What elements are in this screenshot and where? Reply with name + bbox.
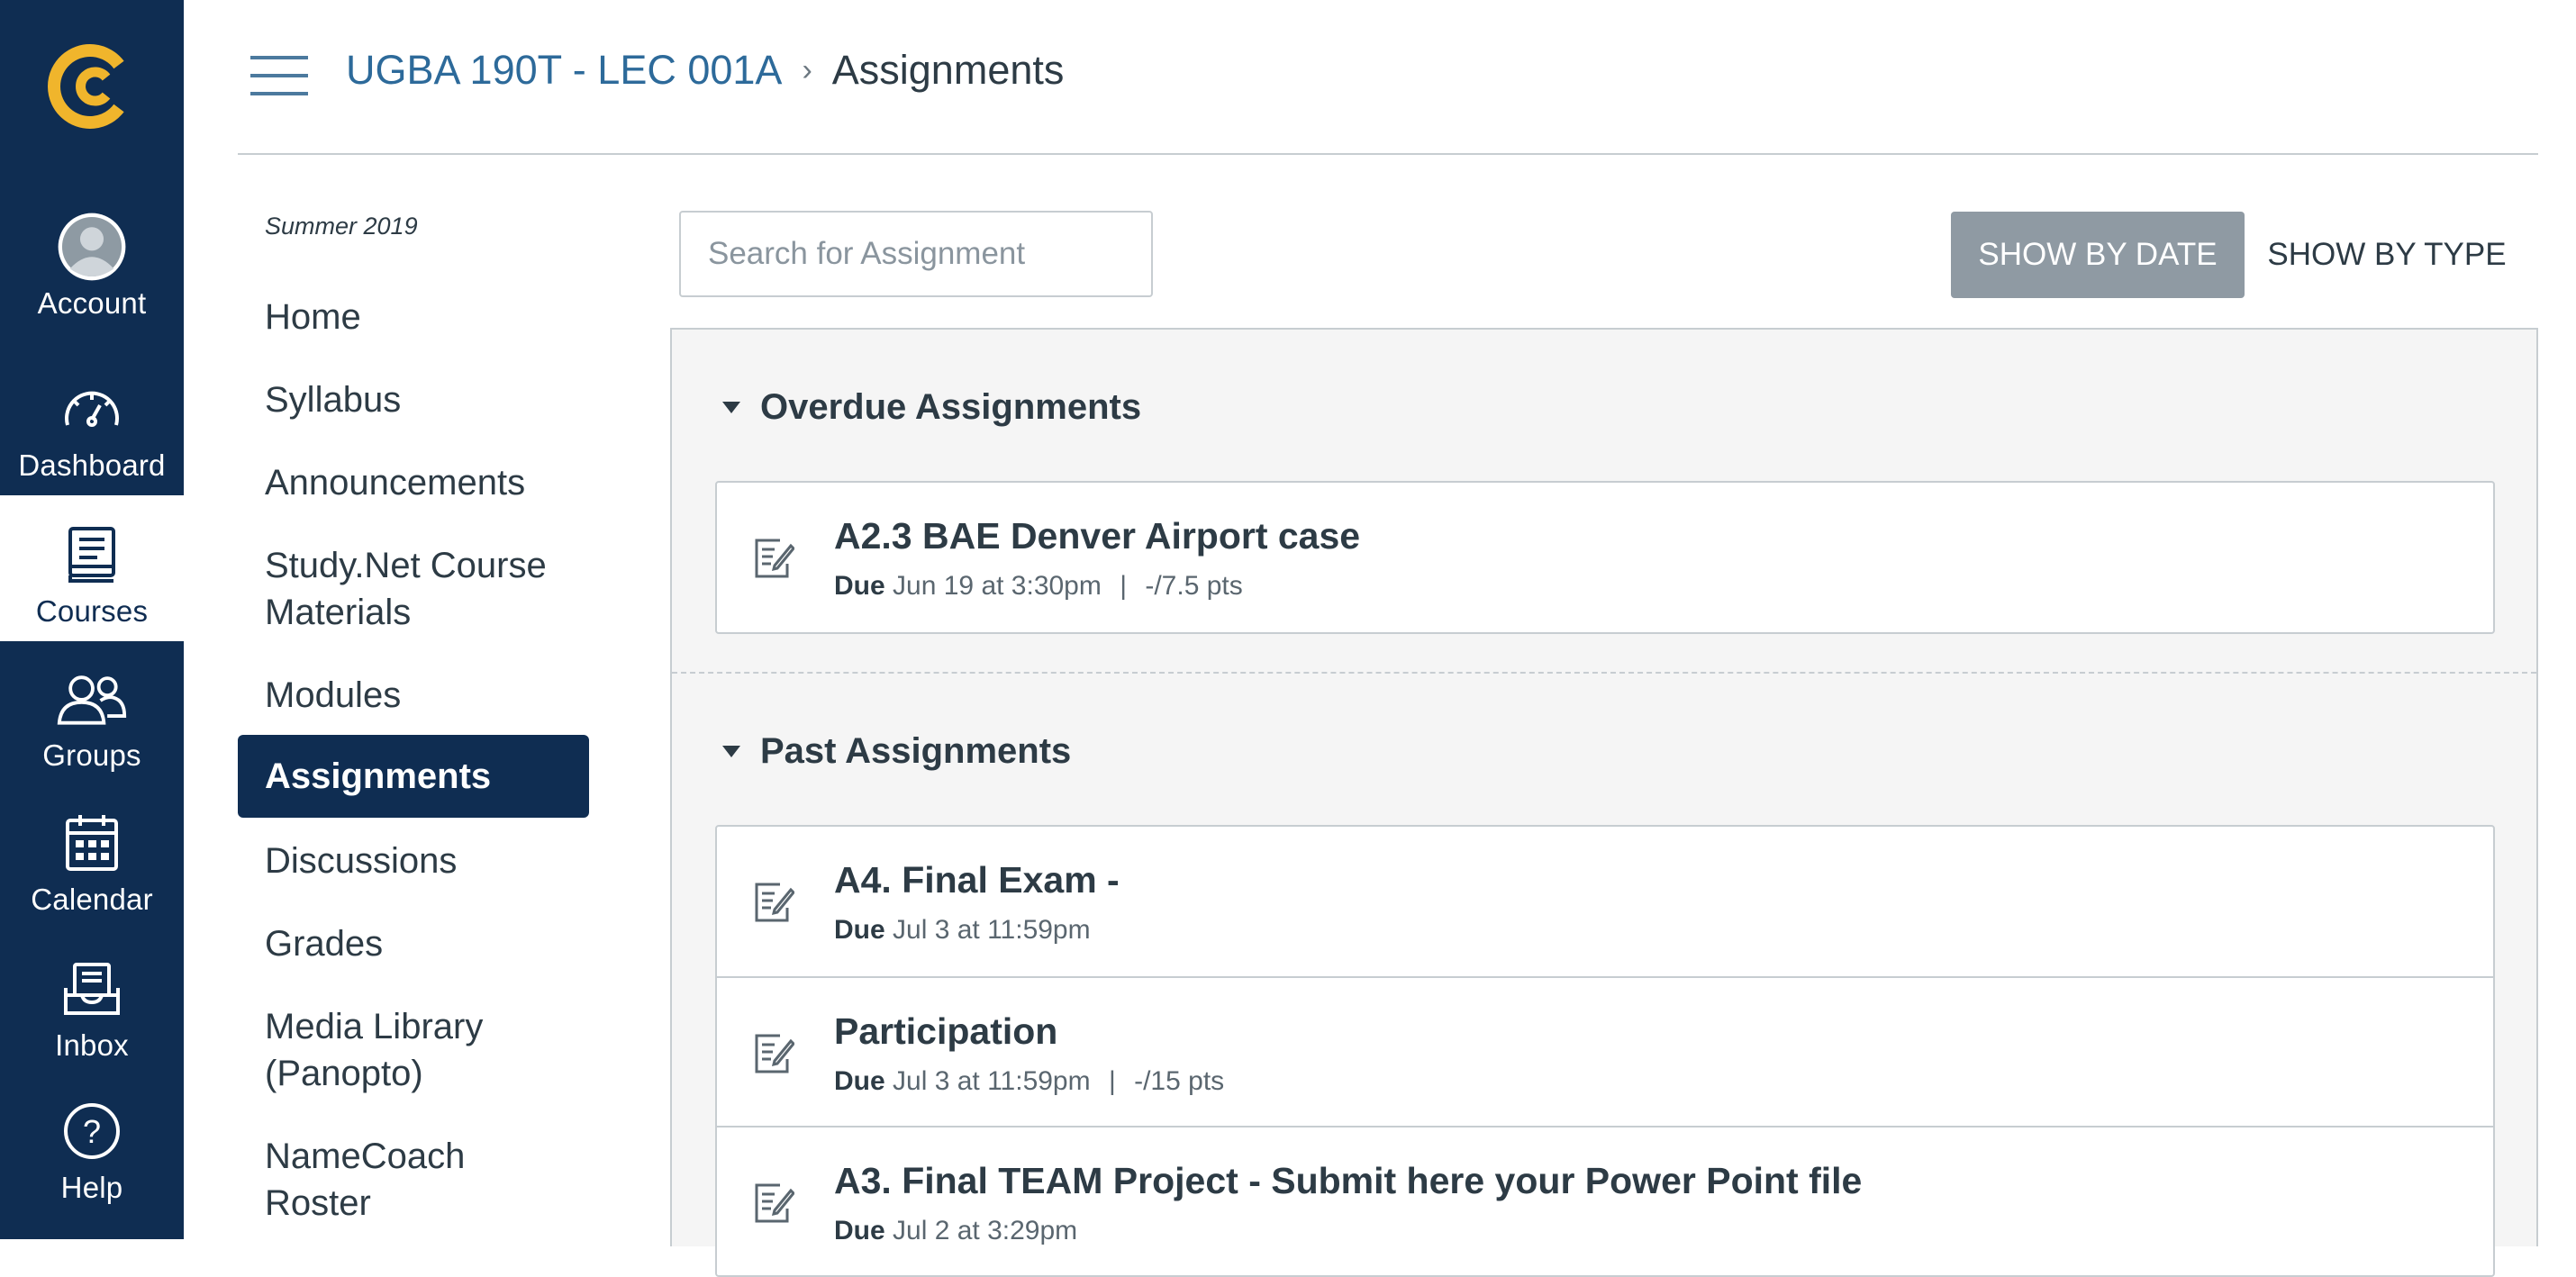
global-nav-label: Inbox — [55, 1028, 129, 1062]
points: -/15 pts — [1134, 1066, 1225, 1096]
global-nav-label: Calendar — [31, 883, 153, 916]
global-nav-label: Dashboard — [18, 448, 166, 482]
assignment-meta: Due Jul 3 at 11:59pm — [834, 915, 1091, 946]
canvas-logo[interactable] — [41, 38, 139, 135]
global-nav-label: Account — [37, 286, 147, 320]
assignment-meta: Due Jul 2 at 3:29pm — [834, 1216, 1077, 1246]
assignment-row[interactable]: A2.3 BAE Denver Airport case Due Jun 19 … — [717, 483, 2493, 632]
due-date: Jul 3 at 11:59pm — [893, 1066, 1091, 1096]
due-label: Due — [834, 1066, 885, 1096]
global-nav-label: Courses — [35, 594, 149, 628]
page-header: UGBA 190T - LEC 001A › Assignments — [238, 0, 2538, 155]
due-date: Jul 3 at 11:59pm — [893, 915, 1091, 945]
global-nav-help[interactable]: ? Help — [0, 1073, 184, 1218]
global-nav-calendar[interactable]: Calendar — [0, 785, 184, 929]
course-term: Summer 2019 — [265, 213, 418, 240]
past-assignment-list: A4. Final Exam - Due Jul 3 at 11:59pm Pa… — [715, 825, 2495, 1277]
courses-icon — [56, 519, 128, 591]
dashboard-icon — [56, 373, 128, 445]
global-nav-label: Help — [60, 1171, 123, 1204]
global-nav-label: Groups — [42, 738, 141, 772]
course-nav-announcements[interactable]: Announcements — [238, 459, 589, 506]
global-nav-account[interactable]: Account — [0, 189, 184, 333]
hamburger-menu-button[interactable] — [250, 56, 308, 95]
assignment-meta: Due Jul 3 at 11:59pm | -/15 pts — [834, 1066, 1224, 1097]
show-by-date-button[interactable]: SHOW BY DATE — [1951, 212, 2245, 298]
breadcrumb-course-link[interactable]: UGBA 190T - LEC 001A — [346, 47, 782, 94]
global-nav-courses[interactable]: Courses — [0, 495, 184, 641]
due-label: Due — [834, 1216, 885, 1245]
group-divider — [672, 672, 2536, 674]
overdue-group-toggle[interactable]: Overdue Assignments — [722, 387, 1141, 428]
course-nav-study-net[interactable]: Study.Net Course Materials — [238, 542, 598, 636]
group-title: Overdue Assignments — [760, 387, 1142, 427]
course-nav-syllabus[interactable]: Syllabus — [238, 376, 589, 423]
calendar-icon — [56, 807, 128, 879]
assignment-row[interactable]: A4. Final Exam - Due Jul 3 at 11:59pm — [717, 827, 2493, 976]
global-nav: Account Dashboard Courses Groups Calenda… — [0, 0, 184, 1239]
assignment-row[interactable]: Participation Due Jul 3 at 11:59pm | -/1… — [717, 976, 2493, 1126]
due-label: Due — [834, 915, 885, 945]
assignment-row[interactable]: A3. Final TEAM Project - Submit here you… — [717, 1126, 2493, 1275]
assignment-icon — [753, 1180, 796, 1225]
course-nav-home[interactable]: Home — [238, 294, 589, 340]
assignment-icon — [753, 1030, 796, 1075]
help-icon: ? — [56, 1095, 128, 1167]
course-nav-modules[interactable]: Modules — [238, 672, 589, 719]
assignment-title[interactable]: A4. Final Exam - — [834, 859, 1120, 901]
assignment-icon — [753, 879, 796, 924]
due-label: Due — [834, 571, 885, 601]
due-date: Jul 2 at 3:29pm — [893, 1216, 1078, 1245]
global-nav-inbox[interactable]: Inbox — [0, 931, 184, 1075]
due-date: Jun 19 at 3:30pm — [893, 571, 1102, 601]
overdue-assignment-list: A2.3 BAE Denver Airport case Due Jun 19 … — [715, 481, 2495, 634]
search-assignment-input[interactable] — [679, 211, 1153, 297]
svg-text:?: ? — [83, 1113, 101, 1150]
caret-down-icon — [722, 402, 740, 413]
assignment-meta: Due Jun 19 at 3:30pm | -/7.5 pts — [834, 571, 1243, 602]
groups-icon — [56, 663, 128, 735]
assignment-title[interactable]: A2.3 BAE Denver Airport case — [834, 515, 1360, 557]
course-nav-grades[interactable]: Grades — [238, 920, 589, 967]
past-group-toggle[interactable]: Past Assignments — [722, 731, 1071, 772]
caret-down-icon — [722, 746, 740, 757]
course-nav-assignments[interactable]: Assignments — [238, 735, 589, 818]
course-nav-namecoach[interactable]: NameCoach Roster — [238, 1133, 535, 1227]
assignments-panel: Overdue Assignments A2.3 BAE Denver Airp… — [670, 328, 2538, 1277]
assignment-title[interactable]: Participation — [834, 1010, 1057, 1053]
assignment-icon — [753, 535, 796, 580]
points: -/7.5 pts — [1145, 571, 1243, 601]
course-nav-media-library[interactable]: Media Library (Panopto) — [238, 1003, 535, 1097]
meta-separator: | — [1120, 571, 1127, 601]
global-nav-dashboard[interactable]: Dashboard — [0, 342, 184, 495]
global-nav-groups[interactable]: Groups — [0, 641, 184, 785]
group-title: Past Assignments — [760, 731, 1072, 771]
breadcrumb-current: Assignments — [831, 47, 1065, 93]
course-nav-discussions[interactable]: Discussions — [238, 838, 589, 884]
avatar-icon — [56, 211, 128, 283]
show-by-type-button[interactable]: SHOW BY TYPE — [2261, 212, 2513, 298]
breadcrumb: UGBA 190T - LEC 001A › Assignments — [346, 47, 1064, 94]
assignment-title[interactable]: A3. Final TEAM Project - Submit here you… — [834, 1160, 1862, 1202]
meta-separator: | — [1108, 1066, 1116, 1096]
inbox-icon — [56, 953, 128, 1025]
breadcrumb-separator-icon: › — [802, 52, 812, 87]
